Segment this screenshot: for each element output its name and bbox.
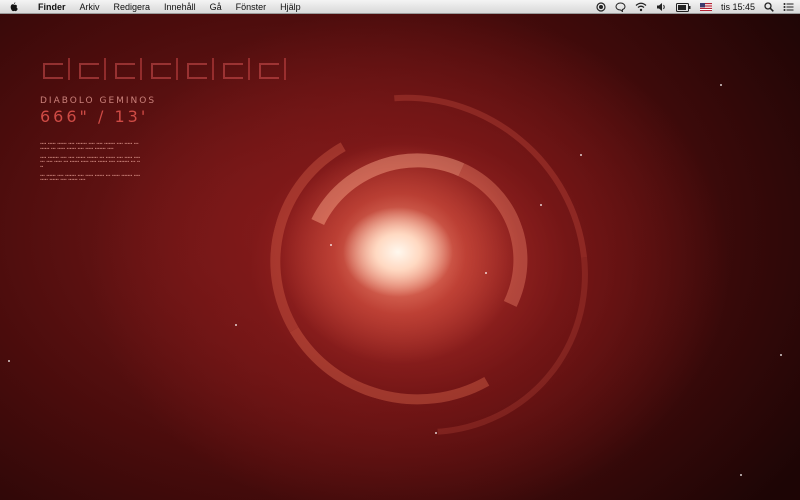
- record-icon[interactable]: [596, 2, 606, 12]
- menu-fonster[interactable]: Fönster: [229, 0, 274, 14]
- menu-ga[interactable]: Gå: [203, 0, 229, 14]
- star: [540, 204, 542, 206]
- flag-us-icon[interactable]: [699, 3, 712, 11]
- glyph-icon: [76, 58, 106, 80]
- menu-app-finder[interactable]: Finder: [31, 0, 73, 14]
- notification-center-icon[interactable]: [783, 2, 794, 12]
- glyph-icon: [220, 58, 250, 80]
- star: [435, 432, 437, 434]
- star: [235, 324, 237, 326]
- menu-clock[interactable]: tis 15:45: [721, 2, 755, 12]
- desktop-wallpaper: DIABOLO GEMINOS 666" / 13' ▪▪▪▪ ▪▪▪▪▪ ▪▪…: [0, 14, 800, 500]
- desktop-widget: DIABOLO GEMINOS 666" / 13' ▪▪▪▪ ▪▪▪▪▪ ▪▪…: [40, 54, 286, 183]
- star: [330, 244, 332, 246]
- apple-icon[interactable]: [9, 1, 19, 12]
- menu-redigera[interactable]: Redigera: [107, 0, 158, 14]
- status-area: tis 15:45: [596, 0, 794, 14]
- glyph-icon: [256, 58, 286, 80]
- star: [780, 354, 782, 356]
- wifi-icon[interactable]: [635, 2, 647, 12]
- star: [8, 360, 10, 362]
- glyph-icon: [184, 58, 214, 80]
- menu-arkiv[interactable]: Arkiv: [73, 0, 107, 14]
- glyph-header: [40, 54, 286, 84]
- star: [740, 474, 742, 476]
- battery-icon[interactable]: [675, 2, 691, 12]
- glyph-icon: [40, 58, 70, 80]
- menu-bar: Finder Arkiv Redigera Innehåll Gå Fönste…: [0, 0, 800, 14]
- spotlight-search-icon[interactable]: [764, 2, 774, 12]
- menu-innehall[interactable]: Innehåll: [157, 0, 203, 14]
- glyph-icon: [112, 58, 142, 80]
- volume-icon[interactable]: [656, 2, 667, 12]
- widget-fine-print: ▪▪▪▪ ▪▪▪▪▪ ▪▪▪▪▪▪ ▪▪▪▪ ▪▪▪▪▪▪▪ ▪▪▪▪ ▪▪▪▪…: [40, 142, 140, 181]
- menu-hjalp[interactable]: Hjälp: [273, 0, 308, 14]
- star: [485, 272, 487, 274]
- chat-icon[interactable]: [615, 2, 626, 12]
- star: [580, 154, 582, 156]
- widget-subtitle: DIABOLO GEMINOS: [40, 96, 157, 106]
- glyph-icon: [148, 58, 178, 80]
- star: [720, 84, 722, 86]
- widget-number: 666" / 13': [40, 107, 149, 126]
